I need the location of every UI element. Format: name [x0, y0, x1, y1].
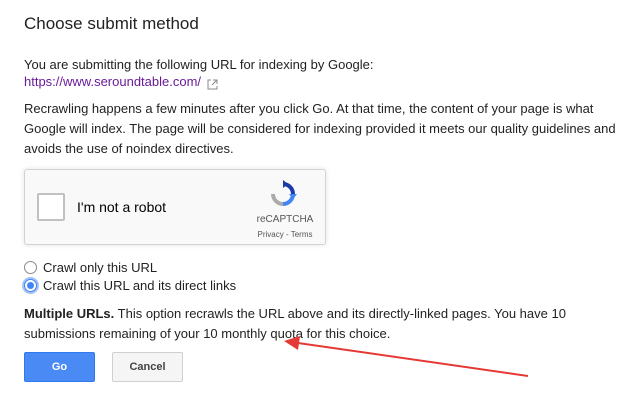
recaptcha-terms-link[interactable]: Privacy - Terms [251, 230, 319, 239]
note-heading: Multiple URLs. [24, 306, 115, 321]
recaptcha-label: I'm not a robot [77, 199, 167, 215]
intro-text: You are submitting the following URL for… [24, 57, 374, 72]
radio-button-checked[interactable] [24, 279, 37, 292]
cancel-button[interactable]: Cancel [112, 352, 183, 382]
submitted-url-link[interactable]: https://www.seroundtable.com/ [24, 73, 201, 91]
external-link-icon[interactable] [207, 77, 218, 89]
url-row: https://www.seroundtable.com/ [24, 73, 218, 91]
recaptcha-brand: reCAPTCHA [256, 214, 314, 225]
radio-crawl-url-and-links[interactable]: Crawl this URL and its direct links [24, 278, 236, 293]
radio-label: Crawl only this URL [43, 260, 158, 275]
description-text: Recrawling happens a few minutes after y… [24, 101, 616, 156]
recaptcha-icon [267, 178, 299, 210]
recaptcha-widget: I'm not a robot reCAPTCHA Privacy - Term… [24, 169, 326, 245]
option-note: Multiple URLs. This option recrawls the … [24, 304, 624, 344]
recaptcha-checkbox[interactable] [37, 193, 65, 221]
radio-button-unchecked[interactable] [24, 261, 37, 274]
radio-label: Crawl this URL and its direct links [43, 278, 237, 293]
radio-crawl-only-url[interactable]: Crawl only this URL [24, 260, 157, 275]
dialog-title: Choose submit method [24, 14, 199, 33]
go-button[interactable]: Go [24, 352, 95, 382]
